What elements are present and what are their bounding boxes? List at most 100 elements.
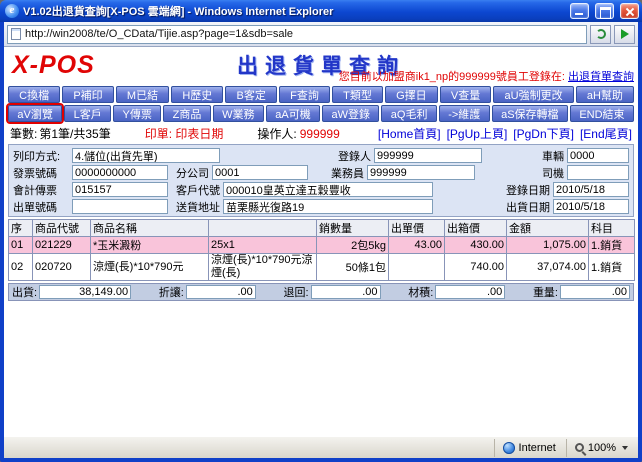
toolbar-button-save-transfer[interactable]: aS保存轉檔	[492, 105, 568, 122]
customer-label: 客戶代號	[176, 182, 220, 198]
cell-account: 1.銷貨	[589, 254, 635, 281]
table-row[interactable]: 02 020720 涼煙(長)*10*790元 涼煙(長)*10*790元涼煙(…	[9, 254, 635, 281]
zoom-control[interactable]: 100%	[566, 439, 636, 457]
go-button[interactable]	[614, 25, 635, 44]
salesman-field[interactable]: 999999	[367, 165, 475, 180]
zone-label: Internet	[519, 442, 556, 454]
cell-spec: 25x1	[209, 237, 317, 254]
refresh-icon	[596, 29, 606, 39]
toolbar-button-help[interactable]: aH幫助	[576, 86, 634, 103]
content-whitespace	[4, 303, 638, 436]
customer-field[interactable]: 000010皇英立達五穀豐收	[223, 182, 433, 197]
toolbar-row-2: aV瀏覽 L客戶 Y傳票 Z商品 W業務 aA可機 aW登錄 aQ毛利 ->維護…	[8, 105, 634, 122]
toolbar-button-end[interactable]: END結束	[570, 105, 634, 122]
refresh-button[interactable]	[590, 25, 611, 44]
total-weight-value: .00	[560, 285, 630, 299]
order-form: 列印方式: 4.儲位(出貨先單) 登錄人 999999 車輛 0000 發票號碼…	[8, 144, 634, 217]
toolbar-button-reprint[interactable]: P補印	[62, 86, 114, 103]
cell-qty: 50條1包	[317, 254, 389, 281]
go-arrow-icon	[621, 29, 629, 39]
nav-end-link[interactable]: [End尾頁]	[580, 125, 632, 142]
toolbar-button-closed[interactable]: M已結	[116, 86, 169, 103]
toolbar-button-customer-set[interactable]: B客定	[225, 86, 277, 103]
vehicle-field[interactable]: 0000	[567, 148, 629, 163]
col-product-name: 商品名稱	[91, 220, 209, 237]
total-discount: 折讓: .00	[159, 284, 256, 300]
col-qty: 銷數量	[317, 220, 389, 237]
toolbar-button-history[interactable]: H歷史	[171, 86, 223, 103]
nav-pgup-link[interactable]: [PgUp上頁]	[447, 125, 508, 142]
salesman-label: 業務員	[331, 165, 364, 181]
total-ship-label: 出貨:	[12, 284, 37, 300]
maximize-button[interactable]	[595, 3, 614, 19]
nav-home-link[interactable]: [Home首頁]	[378, 125, 441, 142]
print-mode-field[interactable]: 4.儲位(出貨先單)	[72, 148, 220, 163]
cell-account: 1.銷貨	[589, 237, 635, 254]
toolbar-button-query[interactable]: F查詢	[279, 86, 330, 103]
operator-value: 999999	[300, 127, 340, 141]
voucher-field[interactable]: 015157	[72, 182, 168, 197]
items-table: 序 商品代號 商品名稱 銷數量 出單價 出箱價 金額 科目 01 021229 …	[8, 219, 635, 281]
form-row-3: 會計傳票 015157 客戶代號 000010皇英立達五穀豐收 登錄日期 201…	[13, 182, 629, 197]
toolbar-button-customer[interactable]: L客戶	[64, 105, 111, 122]
total-volume-label: 材積:	[408, 284, 433, 300]
login-info: 您目前以加盟商ik1_np的999999號員工登錄在: 出退貨單查詢	[339, 68, 634, 84]
toolbar-button-login[interactable]: aW登錄	[322, 105, 379, 122]
print-mode-label: 列印方式:	[13, 148, 69, 164]
toolbar-button-force-edit[interactable]: aU強制更改	[493, 86, 573, 103]
page-nav-links: [Home首頁] [PgUp上頁] [PgDn下頁] [End尾頁]	[378, 125, 632, 142]
cell-seq: 01	[9, 237, 33, 254]
form-row-1: 列印方式: 4.儲位(出貨先單) 登錄人 999999 車輛 0000	[13, 148, 629, 163]
record-count-label: 筆數:	[10, 125, 37, 142]
operator-label: 操作人:	[257, 125, 296, 142]
total-discount-value: .00	[186, 285, 256, 299]
login-date-label: 登錄日期	[506, 182, 550, 198]
cell-product-code: 021229	[33, 237, 91, 254]
vehicle-label: 車輛	[542, 148, 564, 164]
cell-spec: 涼煙(長)*10*790元涼煙(長)	[209, 254, 317, 281]
toolbar-button-type[interactable]: T類型	[332, 86, 383, 103]
toolbar-button-profit[interactable]: aQ毛利	[381, 105, 436, 122]
ship-date-field[interactable]: 2010/5/18	[553, 199, 629, 214]
page-icon	[11, 28, 21, 40]
table-row[interactable]: 01 021229 *玉米澱粉 25x1 2包5kg 43.00 430.00 …	[9, 237, 635, 254]
toolbar-button-maintain[interactable]: ->維護	[439, 105, 490, 122]
toolbar-button-check-qty[interactable]: V查量	[440, 86, 492, 103]
cell-amount: 1,075.00	[507, 237, 589, 254]
cell-unit-price	[389, 254, 445, 281]
titlebar[interactable]: e V1.02出退貨查詢[X-POS 雲端網] - Windows Intern…	[0, 0, 642, 22]
browser-window: e V1.02出退貨查詢[X-POS 雲端網] - Windows Intern…	[0, 0, 642, 462]
toolbar-button-sales[interactable]: W業務	[213, 105, 264, 122]
toolbar-button-product[interactable]: Z商品	[163, 105, 211, 122]
cell-unit-price: 43.00	[389, 237, 445, 254]
ship-address-field[interactable]: 苗栗縣光復路19	[223, 199, 433, 214]
toolbar-button-pick-date[interactable]: G擇日	[385, 86, 438, 103]
internet-globe-icon	[503, 442, 515, 454]
ie-logo-icon: e	[5, 4, 19, 18]
login-info-link[interactable]: 出退貨單查詢	[568, 71, 634, 83]
zoom-level: 100%	[588, 442, 616, 454]
login-person-field[interactable]: 999999	[374, 148, 482, 163]
col-spec	[209, 220, 317, 237]
address-input[interactable]: http://win2008/te/O_CData/Tijie.asp?page…	[7, 25, 587, 44]
col-product-code: 商品代號	[33, 220, 91, 237]
minimize-button[interactable]	[570, 3, 589, 19]
record-count-value: 第1筆/共35筆	[39, 125, 110, 142]
cell-amount: 37,074.00	[507, 254, 589, 281]
order-no-field[interactable]	[72, 199, 168, 214]
toolbar-button-machine[interactable]: aA可機	[266, 105, 320, 122]
branch-field[interactable]: 0001	[212, 165, 308, 180]
print-date-label: 印單: 印表日期	[145, 125, 224, 142]
toolbar-button-voucher[interactable]: Y傳票	[113, 105, 161, 122]
form-row-2: 發票號碼 0000000000 分公司 0001 業務員 999999 司機	[13, 165, 629, 180]
zoom-dropdown-icon	[622, 446, 628, 450]
close-button[interactable]	[620, 3, 639, 19]
toolbar-button-change-file[interactable]: C換檔	[8, 86, 60, 103]
col-unit-price: 出單價	[389, 220, 445, 237]
nav-pgdn-link[interactable]: [PgDn下頁]	[513, 125, 574, 142]
status-bar: Internet 100%	[4, 436, 638, 458]
toolbar-button-av-browse[interactable]: aV瀏覽	[8, 105, 62, 122]
login-date-field[interactable]: 2010/5/18	[553, 182, 629, 197]
invoice-field[interactable]: 0000000000	[72, 165, 168, 180]
driver-field[interactable]	[567, 165, 629, 180]
